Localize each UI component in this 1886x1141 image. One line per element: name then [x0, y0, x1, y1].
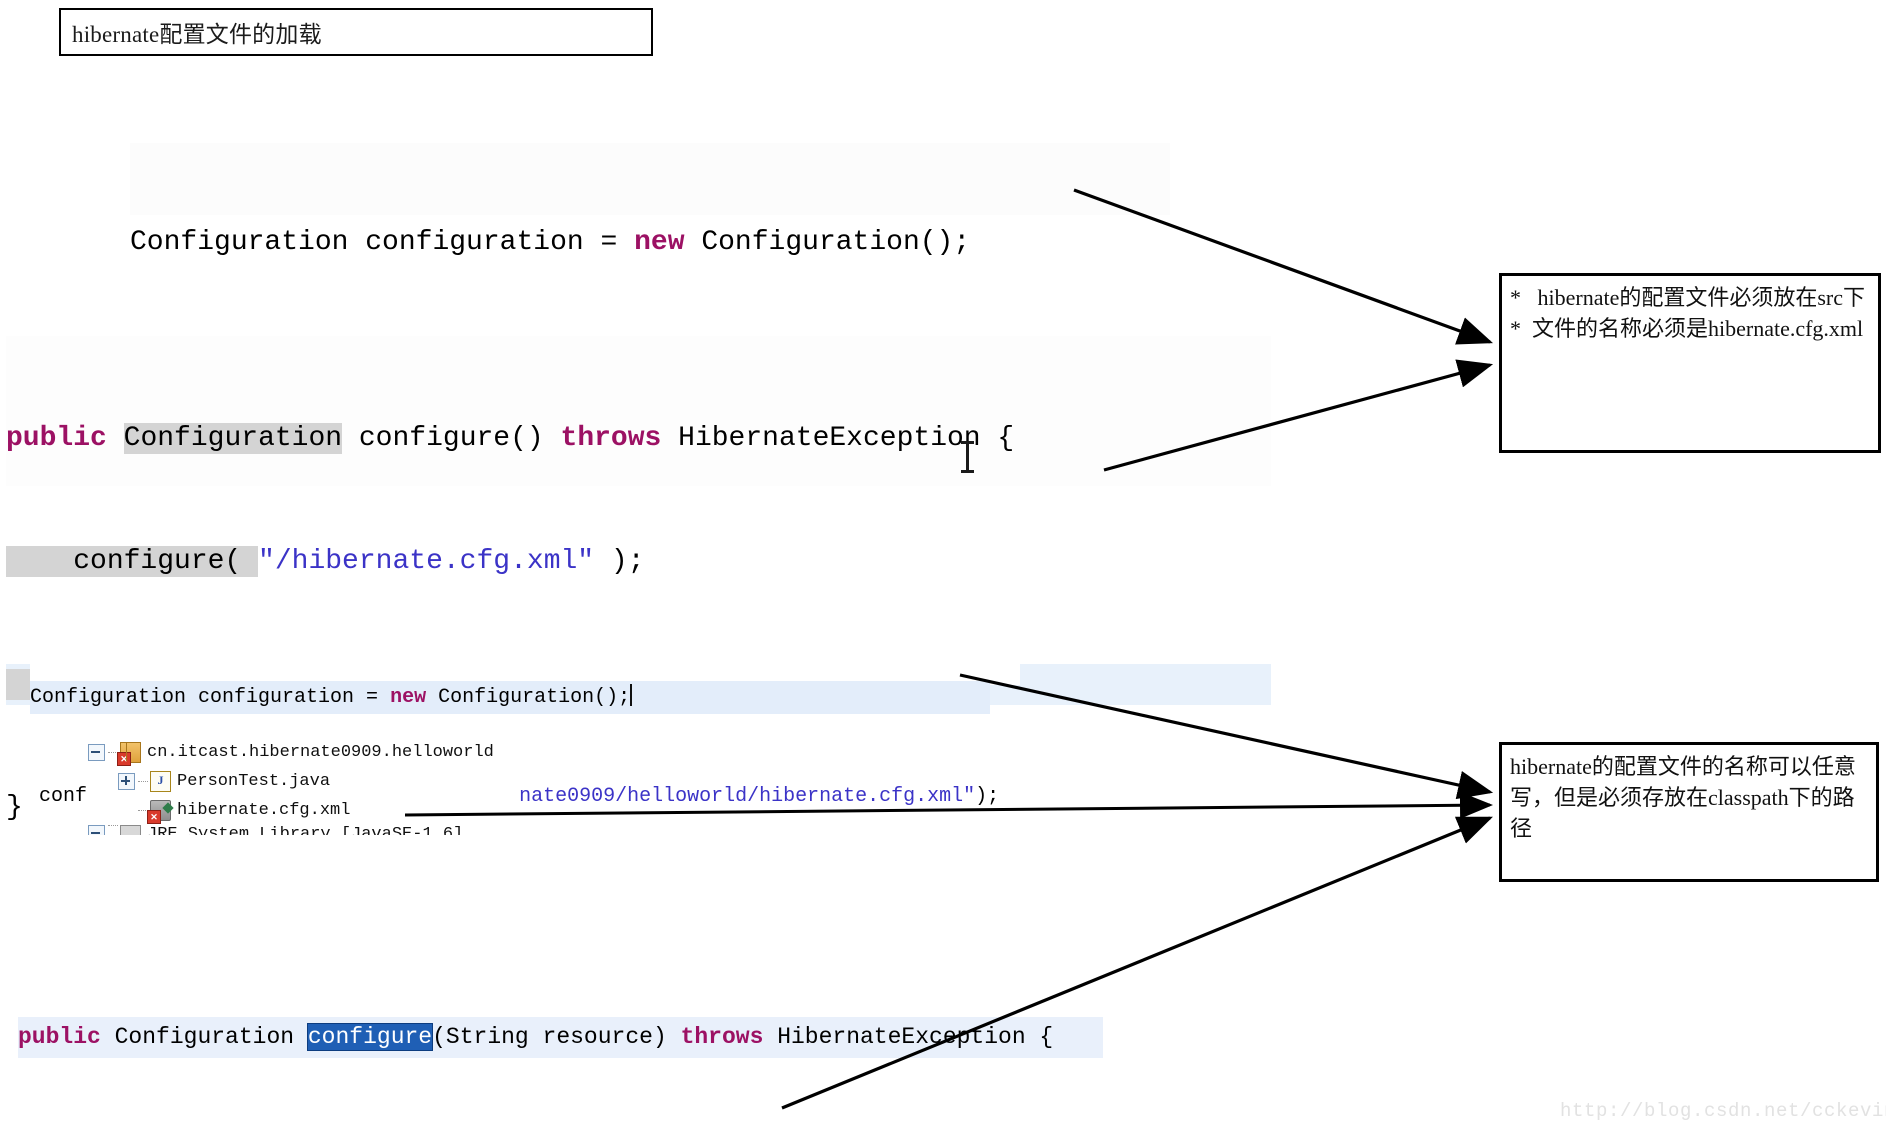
code-block-top: Configuration configuration = new Config…	[130, 143, 1170, 378]
xml-file-icon: ✕	[147, 800, 171, 824]
package-icon: ✕	[117, 742, 141, 766]
tree-row-jre-library[interactable]: JRE System Library [JavaSE-1.6]	[88, 825, 518, 835]
code-line: configure( "/hibernate.cfg.xml" );	[6, 541, 1271, 582]
library-icon	[120, 825, 141, 835]
error-badge-icon: ✕	[147, 810, 161, 824]
code-line-current: public Configuration configure(String re…	[18, 1017, 1103, 1058]
tree-row-java-file[interactable]: J PersonTest.java	[88, 767, 518, 796]
annotation-line: hibernate的配置文件的名称可以任意写，但是必须存放在classpath下…	[1510, 754, 1856, 841]
string-literal: "/hibernate.cfg.xml"	[258, 546, 595, 577]
keyword-throws: throws	[680, 1024, 764, 1050]
code-text: (String resource)	[432, 1024, 681, 1050]
screenshot-canvas: hibernate配置文件的加载 Configuration configura…	[0, 0, 1886, 1141]
code-text: Configuration	[100, 1024, 308, 1050]
keyword-public: public	[18, 1024, 101, 1050]
tree-label: JRE System Library [JavaSE-1.6]	[147, 825, 464, 835]
tree-label: hibernate.cfg.xml	[177, 801, 351, 820]
tree-label: cn.itcast.hibernate0909.helloworld	[147, 743, 494, 762]
collapse-expander-icon[interactable]	[88, 744, 105, 761]
annotation-box-classpath: hibernate的配置文件的名称可以任意写，但是必须存放在classpath下…	[1499, 742, 1879, 882]
annotation-line: * 文件的名称必须是hibernate.cfg.xml	[1510, 316, 1864, 341]
keyword-public: public	[6, 423, 107, 454]
annotation-box-src-location: * hibernate的配置文件必须放在src下 * 文件的名称必须是hiber…	[1499, 273, 1881, 453]
occurrence-highlight-configuration: Configuration	[123, 423, 343, 454]
code-text: Configuration();	[684, 227, 971, 258]
expand-expander-icon[interactable]	[118, 773, 135, 790]
watermark-text: http://blog.csdn.net/cckevincyh	[1560, 1100, 1886, 1122]
text-cursor-ibeam	[961, 441, 974, 473]
keyword-new: new	[634, 227, 685, 258]
code-text: Configuration();	[426, 686, 631, 709]
code-block-configure-path: Configuration configuration = new Config…	[30, 615, 1020, 808]
keyword-new: new	[390, 686, 427, 709]
tree-label: PersonTest.java	[177, 772, 331, 791]
title-text: hibernate配置文件的加载	[72, 22, 322, 47]
code-line: public Configuration configure() throws …	[6, 418, 1271, 459]
code-text: configure()	[342, 423, 561, 454]
error-badge-icon: ✕	[117, 752, 131, 766]
code-text: }	[6, 792, 23, 823]
title-box: hibernate配置文件的加载	[59, 8, 653, 56]
code-text: configure(	[6, 546, 259, 577]
selected-token-configure: configure	[306, 1023, 434, 1051]
code-text: Configuration configuration =	[130, 227, 635, 258]
code-line: Configuration configuration = new Config…	[130, 223, 1170, 263]
code-block-configure-noarg: public Configuration configure() throws …	[6, 336, 1271, 823]
tree-row-package[interactable]: ✕ cn.itcast.hibernate0909.helloworld	[88, 738, 518, 767]
collapse-expander-icon[interactable]	[88, 825, 105, 835]
tree-connector	[108, 825, 118, 826]
annotation-line: * hibernate的配置文件必须放在src下	[1510, 285, 1865, 310]
code-text: );	[975, 785, 1000, 808]
tree-connector	[138, 781, 148, 782]
keyword-throws: throws	[560, 423, 662, 454]
code-line-current: Configuration configuration = new Config…	[30, 681, 990, 714]
text-caret	[630, 684, 633, 706]
package-explorer-tree: ✕ cn.itcast.hibernate0909.helloworld J P…	[88, 738, 518, 835]
java-file-icon: J	[150, 771, 171, 792]
code-text: HibernateException {	[763, 1024, 1054, 1050]
code-text: Configuration configuration =	[30, 686, 391, 709]
code-text: );	[594, 546, 645, 577]
tree-row-xml-file[interactable]: ✕ hibernate.cfg.xml	[88, 796, 518, 825]
code-block-configure-resource: public Configuration configure(String re…	[18, 935, 1103, 1115]
